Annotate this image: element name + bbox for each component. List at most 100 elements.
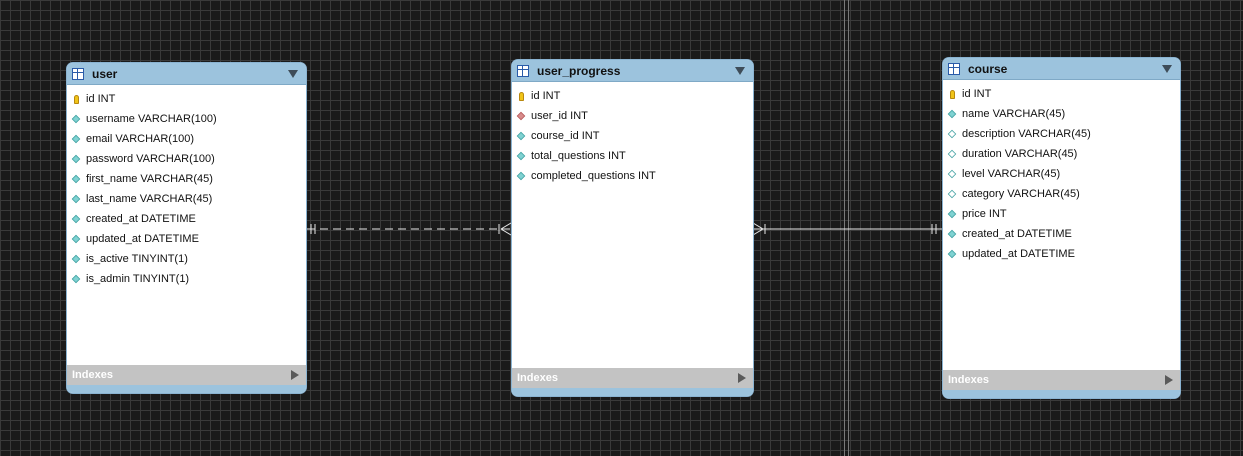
table-name: user_progress bbox=[537, 63, 621, 78]
not-null-diamond-icon bbox=[71, 154, 81, 164]
column-label: is_active TINYINT(1) bbox=[86, 253, 188, 265]
table-footer bbox=[512, 388, 753, 396]
column-label: updated_at DATETIME bbox=[86, 233, 199, 245]
column-row[interactable]: price INT bbox=[943, 204, 1180, 224]
column-row[interactable]: updated_at DATETIME bbox=[943, 244, 1180, 264]
indexes-section[interactable]: Indexes bbox=[67, 365, 306, 385]
expand-triangle-icon[interactable] bbox=[738, 373, 746, 383]
column-label: created_at DATETIME bbox=[86, 213, 196, 225]
primary-key-icon bbox=[74, 94, 79, 104]
column-row[interactable]: is_active TINYINT(1) bbox=[67, 249, 306, 269]
column-label: total_questions INT bbox=[531, 150, 626, 162]
column-label: duration VARCHAR(45) bbox=[962, 148, 1078, 160]
collapse-triangle-icon[interactable] bbox=[288, 69, 298, 78]
not-null-diamond-icon bbox=[947, 209, 957, 219]
primary-key-icon bbox=[950, 89, 955, 99]
column-row[interactable]: created_at DATETIME bbox=[943, 224, 1180, 244]
nullable-diamond-icon bbox=[947, 149, 957, 159]
table-course[interactable]: course id INT name VARCHAR(45) description… bbox=[943, 58, 1180, 398]
table-footer bbox=[67, 385, 306, 393]
column-list: id INT name VARCHAR(45) description VARCHA… bbox=[943, 80, 1180, 264]
column-label: last_name VARCHAR(45) bbox=[86, 193, 213, 205]
not-null-diamond-icon bbox=[516, 131, 526, 141]
foreign-key-diamond-icon bbox=[516, 111, 526, 121]
table-name: user bbox=[92, 66, 118, 81]
column-row[interactable]: user_id INT bbox=[512, 106, 753, 126]
table-footer bbox=[943, 390, 1180, 398]
column-list: id INT user_id INT course_id INT total_ques… bbox=[512, 82, 753, 186]
collapse-triangle-icon[interactable] bbox=[1162, 64, 1172, 73]
column-label: course_id INT bbox=[531, 130, 600, 142]
column-label: level VARCHAR(45) bbox=[962, 168, 1061, 180]
expand-triangle-icon[interactable] bbox=[1165, 375, 1173, 385]
column-row[interactable]: updated_at DATETIME bbox=[67, 229, 306, 249]
column-row[interactable]: username VARCHAR(100) bbox=[67, 109, 306, 129]
table-header[interactable]: course bbox=[943, 58, 1180, 80]
not-null-diamond-icon bbox=[71, 234, 81, 244]
column-label: id INT bbox=[962, 88, 992, 100]
table-icon bbox=[948, 62, 960, 75]
column-label: price INT bbox=[962, 208, 1007, 220]
table-user[interactable]: user id INT username VARCHAR(100) email VA… bbox=[67, 63, 306, 393]
indexes-label: Indexes bbox=[517, 372, 558, 384]
relationship-user-user-progress[interactable] bbox=[307, 222, 512, 236]
column-row[interactable]: id INT bbox=[512, 86, 753, 106]
table-icon bbox=[72, 67, 84, 80]
expand-triangle-icon[interactable] bbox=[291, 370, 299, 380]
column-label: email VARCHAR(100) bbox=[86, 133, 194, 145]
not-null-diamond-icon bbox=[71, 254, 81, 264]
not-null-diamond-icon bbox=[71, 174, 81, 184]
table-icon bbox=[517, 64, 529, 77]
not-null-diamond-icon bbox=[71, 274, 81, 284]
column-label: password VARCHAR(100) bbox=[86, 153, 215, 165]
column-row[interactable]: last_name VARCHAR(45) bbox=[67, 189, 306, 209]
canvas-page-divider-2 bbox=[848, 0, 849, 456]
column-row[interactable]: total_questions INT bbox=[512, 146, 753, 166]
column-row[interactable]: category VARCHAR(45) bbox=[943, 184, 1180, 204]
column-label: completed_questions INT bbox=[531, 170, 656, 182]
column-row[interactable]: id INT bbox=[943, 84, 1180, 104]
canvas-page-divider bbox=[844, 0, 845, 456]
not-null-diamond-icon bbox=[71, 214, 81, 224]
column-list: id INT username VARCHAR(100) email VARCHAR… bbox=[67, 85, 306, 289]
column-row[interactable]: completed_questions INT bbox=[512, 166, 753, 186]
not-null-diamond-icon bbox=[947, 229, 957, 239]
column-label: first_name VARCHAR(45) bbox=[86, 173, 213, 185]
table-name: course bbox=[968, 61, 1008, 76]
not-null-diamond-icon bbox=[71, 134, 81, 144]
primary-key-icon bbox=[519, 91, 524, 101]
column-row[interactable]: description VARCHAR(45) bbox=[943, 124, 1180, 144]
column-row[interactable]: name VARCHAR(45) bbox=[943, 104, 1180, 124]
column-row[interactable]: course_id INT bbox=[512, 126, 753, 146]
column-row[interactable]: first_name VARCHAR(45) bbox=[67, 169, 306, 189]
table-user-progress[interactable]: user_progress id INT user_id INT course_id… bbox=[512, 60, 753, 396]
indexes-label: Indexes bbox=[948, 374, 989, 386]
column-label: user_id INT bbox=[531, 110, 588, 122]
not-null-diamond-icon bbox=[71, 114, 81, 124]
indexes-section[interactable]: Indexes bbox=[943, 370, 1180, 390]
column-row[interactable]: id INT bbox=[67, 89, 306, 109]
column-row[interactable]: duration VARCHAR(45) bbox=[943, 144, 1180, 164]
column-row[interactable]: level VARCHAR(45) bbox=[943, 164, 1180, 184]
nullable-diamond-icon bbox=[947, 129, 957, 139]
column-row[interactable]: password VARCHAR(100) bbox=[67, 149, 306, 169]
indexes-label: Indexes bbox=[72, 369, 113, 381]
column-label: id INT bbox=[531, 90, 561, 102]
column-label: category VARCHAR(45) bbox=[962, 188, 1080, 200]
column-row[interactable]: email VARCHAR(100) bbox=[67, 129, 306, 149]
collapse-triangle-icon[interactable] bbox=[735, 66, 745, 75]
column-label: is_admin TINYINT(1) bbox=[86, 273, 190, 285]
not-null-diamond-icon bbox=[947, 109, 957, 119]
column-label: username VARCHAR(100) bbox=[86, 113, 217, 125]
indexes-section[interactable]: Indexes bbox=[512, 368, 753, 388]
column-label: created_at DATETIME bbox=[962, 228, 1072, 240]
not-null-diamond-icon bbox=[947, 249, 957, 259]
column-row[interactable]: created_at DATETIME bbox=[67, 209, 306, 229]
column-label: id INT bbox=[86, 93, 116, 105]
column-label: description VARCHAR(45) bbox=[962, 128, 1091, 140]
table-header[interactable]: user bbox=[67, 63, 306, 85]
table-header[interactable]: user_progress bbox=[512, 60, 753, 82]
column-label: updated_at DATETIME bbox=[962, 248, 1075, 260]
column-row[interactable]: is_admin TINYINT(1) bbox=[67, 269, 306, 289]
nullable-diamond-icon bbox=[947, 189, 957, 199]
